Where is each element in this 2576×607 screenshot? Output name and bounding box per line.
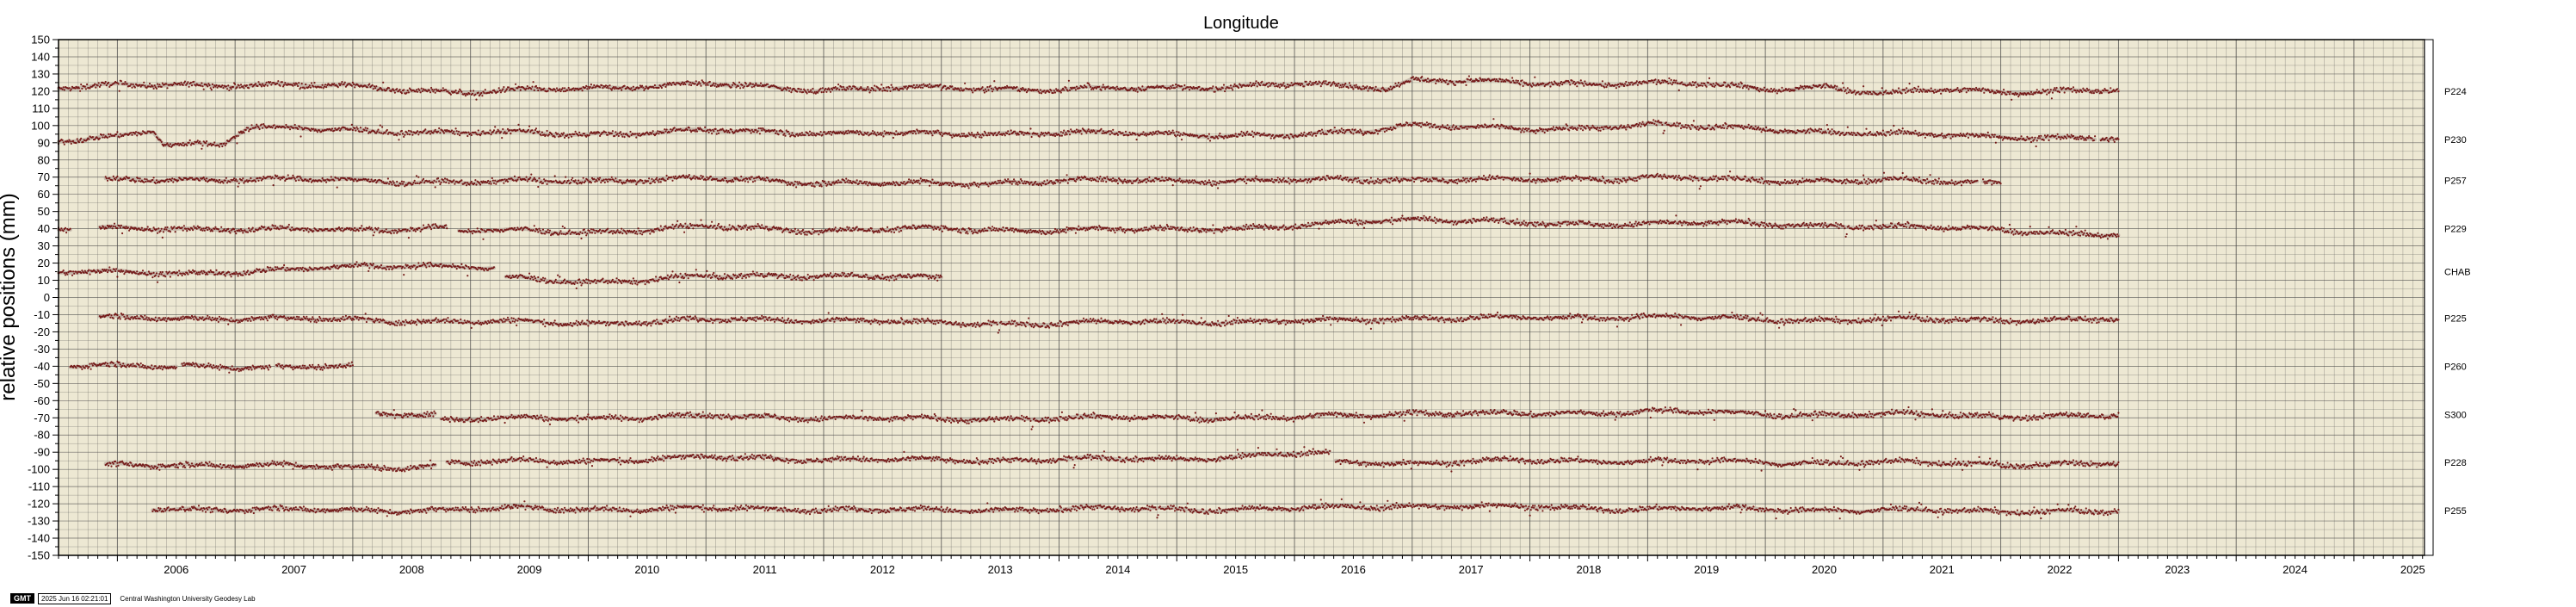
- y-tick-label: 90: [38, 136, 50, 149]
- x-tick-label: 2006: [164, 563, 188, 576]
- y-tick-label: 110: [32, 102, 50, 115]
- y-tick-label: -90: [34, 446, 50, 459]
- footer-org: Central Washington University Geodesy La…: [120, 594, 256, 603]
- station-labels: P224 P230 P257 P229 CHAB P225 P260 S300 P228 P255: [2444, 87, 2471, 517]
- y-tick-label: 60: [38, 188, 50, 201]
- x-tick-label: 2024: [2283, 563, 2307, 576]
- station-label: P229: [2444, 225, 2467, 235]
- station-label: P228: [2444, 458, 2467, 468]
- y-tick-label: -40: [34, 360, 50, 373]
- x-tick-label: 2021: [1930, 563, 1955, 576]
- x-tick-label: 2022: [2048, 563, 2073, 576]
- y-tick-label: -150: [28, 549, 50, 562]
- station-label: CHAB: [2444, 268, 2471, 278]
- x-tick-label: 2018: [1576, 563, 1601, 576]
- x-tick-label: 2007: [281, 563, 306, 576]
- x-tick-label: 2009: [517, 563, 542, 576]
- y-tick-label: -60: [34, 394, 50, 407]
- y-tick-label: 100: [31, 119, 50, 132]
- gmt-badge: GMT: [10, 593, 34, 604]
- station-label: P257: [2444, 177, 2467, 187]
- x-tick-label: 2014: [1105, 563, 1130, 576]
- chart-title: Longitude: [1203, 14, 1279, 33]
- y-tick-label: 130: [31, 67, 50, 80]
- y-tick-label: -140: [28, 532, 50, 545]
- x-tick-label: 2017: [1459, 563, 1484, 576]
- y-tick-label: -100: [28, 463, 50, 476]
- grid-lines: [58, 39, 2425, 556]
- y-tick-label: 10: [38, 274, 50, 287]
- x-tick-label: 2012: [870, 563, 895, 576]
- station-label: P255: [2444, 506, 2467, 517]
- y-tick-label: 70: [38, 170, 50, 183]
- x-tick-labels: 2006 2007 2008 2009 2010 2011 2012 2013 2014 2015…: [164, 563, 2425, 576]
- y-tick-label: 20: [38, 257, 50, 269]
- y-tick-label: -50: [34, 377, 50, 390]
- y-tick-label: -30: [34, 343, 50, 356]
- y-tick-labels: 1501401301201101009080706050403020100-10…: [28, 34, 50, 562]
- y-tick-label: 40: [38, 222, 50, 235]
- y-tick-label: 150: [31, 34, 50, 46]
- x-tick-label: 2015: [1223, 563, 1248, 576]
- x-tick-label: 2013: [988, 563, 1013, 576]
- station-label: P225: [2444, 313, 2467, 324]
- station-label: P260: [2444, 362, 2467, 372]
- y-tick-label: -130: [28, 515, 50, 528]
- x-tick-label: 2020: [1812, 563, 1837, 576]
- x-tick-label: 2023: [2165, 563, 2190, 576]
- y-tick-label: 80: [38, 153, 50, 166]
- y-tick-label: -70: [34, 412, 50, 424]
- timestamp: 2025 Jun 16 02:21:01: [38, 592, 112, 604]
- y-tick-label: -10: [34, 308, 50, 321]
- x-tick-label: 2011: [753, 563, 777, 576]
- station-label: P224: [2444, 87, 2467, 97]
- station-label-column: [2424, 39, 2434, 556]
- y-tick-label: -120: [28, 498, 50, 511]
- x-tick-label: 2019: [1694, 563, 1719, 576]
- x-tick-label: 2010: [634, 563, 659, 576]
- y-tick-label: 50: [38, 205, 50, 218]
- longitude-chart: 1501401301201101009080706050403020100-10…: [0, 14, 2471, 576]
- y-tick-label: 30: [38, 239, 50, 252]
- y-tick-label: 0: [44, 291, 50, 304]
- y-tick-label: -20: [34, 325, 50, 338]
- y-axis-label: relative positions (mm): [0, 193, 20, 400]
- station-label: S300: [2444, 410, 2467, 420]
- y-tick-label: -80: [34, 429, 50, 442]
- station-label: P230: [2444, 135, 2467, 146]
- y-tick-label: 140: [31, 50, 50, 63]
- y-tick-label: -110: [28, 480, 50, 493]
- x-tick-label: 2008: [399, 563, 424, 576]
- x-tick-label: 2025: [2400, 563, 2425, 576]
- x-tick-label: 2016: [1341, 563, 1366, 576]
- footer: GMT 2025 Jun 16 02:21:01 Central Washing…: [10, 592, 256, 604]
- y-tick-label: 120: [31, 84, 50, 97]
